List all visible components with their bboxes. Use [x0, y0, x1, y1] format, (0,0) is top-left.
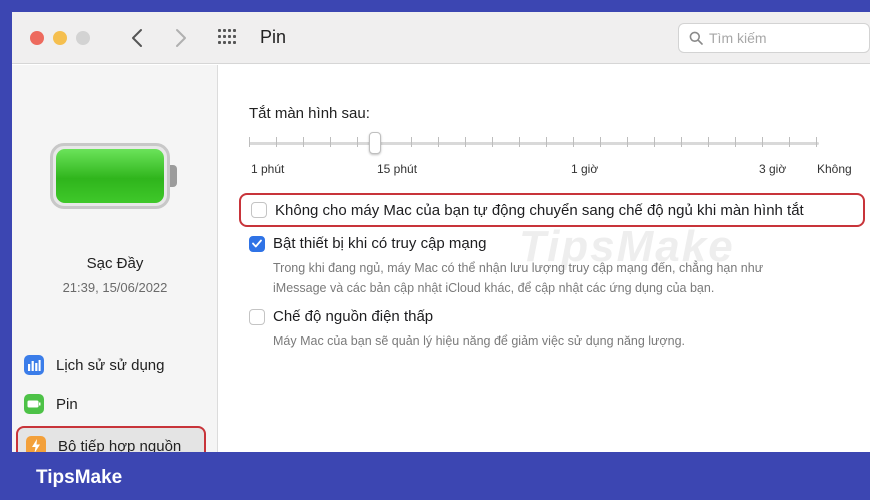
prevent-sleep-checkbox[interactable]: [251, 202, 267, 218]
chevron-left-icon: [132, 29, 142, 47]
battery-fill: [56, 149, 164, 203]
tick-label: 1 phút: [251, 162, 285, 176]
charge-time: 21:39, 15/06/2022: [62, 280, 168, 295]
wake-network-label: Bật thiết bị khi có truy cập mạng: [273, 235, 487, 252]
window-title: Pin: [260, 27, 287, 47]
tick-label: 15 phút: [377, 162, 418, 176]
brand-logo-text: TipsMake: [36, 467, 123, 488]
battery-icon: [24, 394, 44, 414]
low-power-checkbox[interactable]: [249, 308, 265, 325]
description-line: Trong khi đang ngủ, máy Mac có thể nhận …: [273, 261, 764, 275]
settings-window: Pin Sạc Đầy 21:39, 15/06/2022 Lịch sử sử…: [12, 12, 870, 452]
battery-status-icon: [50, 143, 177, 209]
low-power-label: Chế độ nguồn điện thấp: [273, 308, 434, 325]
sidebar-item-battery[interactable]: Pin: [16, 387, 208, 421]
prevent-sleep-option[interactable]: Không cho máy Mac của bạn tự động chuyển…: [239, 193, 865, 227]
low-power-description: Máy Mac của bạn sẽ quản lý hiệu năng để …: [273, 334, 685, 348]
low-power-option[interactable]: Chế độ nguồn điện thấp: [249, 308, 433, 325]
search-input[interactable]: [709, 30, 849, 46]
tick-label: 3 giờ: [759, 162, 787, 176]
wake-network-checkbox[interactable]: [249, 235, 265, 252]
search-icon: [689, 31, 703, 45]
display-sleep-slider[interactable]: [249, 142, 819, 145]
back-button[interactable]: [122, 22, 152, 54]
checkmark-icon: [252, 239, 262, 248]
prevent-sleep-label: Không cho máy Mac của bạn tự động chuyển…: [275, 201, 804, 219]
search-field[interactable]: [678, 23, 870, 53]
sidebar-item-label: Lịch sử sử dụng: [56, 356, 165, 374]
sidebar-item-power-adapter[interactable]: Bộ tiếp hợp nguồn: [16, 426, 206, 452]
wake-network-option[interactable]: Bật thiết bị khi có truy cập mạng: [249, 235, 486, 252]
sidebar-item-label: Pin: [56, 395, 78, 413]
title-bar: Pin: [12, 12, 870, 64]
close-window-button[interactable]: [30, 31, 44, 45]
display-sleep-slider-knob[interactable]: [369, 132, 381, 154]
display-sleep-label: Tắt màn hình sau:: [249, 105, 370, 122]
minimize-window-button[interactable]: [53, 31, 67, 45]
bolt-icon: [26, 436, 46, 452]
sidebar-item-label: Bộ tiếp hợp nguồn: [58, 437, 182, 453]
tick-label: Không: [817, 162, 852, 176]
forward-button[interactable]: [166, 22, 196, 54]
chevron-right-icon: [176, 29, 186, 47]
tick-label: 1 giờ: [571, 162, 599, 176]
sidebar: Sạc Đầy 21:39, 15/06/2022 Lịch sử sử dụn…: [12, 65, 218, 452]
bar-chart-icon: [24, 355, 44, 375]
sidebar-item-usage-history[interactable]: Lịch sử sử dụng: [16, 348, 208, 382]
wake-network-description: Trong khi đang ngủ, máy Mac có thể nhận …: [273, 258, 853, 298]
main-content: TipsMake Tắt màn hình sau: 1 phút 15 phú…: [219, 65, 870, 452]
description-line: iMessage và các bản cập nhật iCloud khác…: [273, 281, 715, 295]
show-all-grid-icon[interactable]: [218, 29, 238, 47]
zoom-window-button[interactable]: [76, 31, 90, 45]
charge-status: Sạc Đầy: [86, 255, 144, 272]
